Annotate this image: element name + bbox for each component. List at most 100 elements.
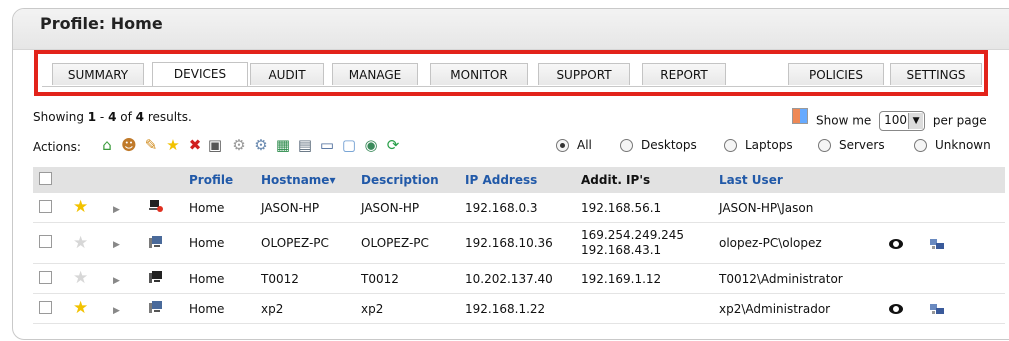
header-action2 — [923, 167, 1005, 193]
table-row[interactable]: ★ ▶ Home JASON-HP JASON-HP 192.168.0.3 1… — [33, 193, 1005, 223]
cell-profile[interactable]: Home — [183, 193, 255, 223]
filter-servers-label: Servers — [839, 138, 885, 152]
header-hostname[interactable]: Hostname▾ — [255, 167, 355, 193]
expand-arrow-icon[interactable]: ▶ — [113, 205, 120, 215]
cell-ip: 10.202.137.40 — [459, 263, 575, 294]
column-chooser-icon[interactable] — [792, 108, 808, 124]
row-checkbox[interactable] — [39, 199, 52, 213]
cell-profile[interactable]: Home — [183, 263, 255, 294]
cell-addit-ip — [575, 293, 713, 324]
addit-ip-line: 169.254.249.245 — [581, 228, 685, 242]
excel-export-icon[interactable]: ▦ — [274, 136, 292, 154]
chat-bubble-icon[interactable]: ▢ — [340, 136, 358, 154]
lock-icon[interactable]: ▣ — [206, 136, 224, 154]
row-checkbox[interactable] — [39, 270, 52, 284]
expand-arrow-icon[interactable]: ▶ — [113, 240, 120, 250]
add-device-icon[interactable]: ⌂ — [98, 136, 116, 154]
table-row[interactable]: ★ ▶ Home OLOPEZ-PC OLOPEZ-PC 192.168.10.… — [33, 222, 1005, 264]
cell-hostname[interactable]: T0012 — [255, 263, 355, 294]
delete-icon[interactable]: ✖ — [186, 136, 204, 154]
desktop-icon[interactable]: ▭ — [318, 136, 336, 154]
edit-pencil-icon[interactable]: ✎ — [142, 136, 160, 154]
cell-addit-ip: 169.254.249.245 192.168.43.1 — [575, 222, 713, 264]
filter-laptops[interactable]: Laptops — [724, 138, 793, 152]
header-star — [67, 167, 107, 193]
filter-all[interactable]: All — [556, 138, 592, 152]
cell-ip: 192.168.1.22 — [459, 293, 575, 324]
results-total: 4 — [135, 110, 144, 124]
radio-unknown[interactable] — [914, 139, 927, 152]
header-profile[interactable]: Profile — [183, 167, 255, 193]
cell-profile[interactable]: Home — [183, 293, 255, 324]
cell-description: OLOPEZ-PC — [355, 222, 459, 264]
results-count: Showing 1 - 4 of 4 results. — [33, 110, 192, 124]
cell-description: xp2 — [355, 293, 459, 324]
filter-desktops[interactable]: Desktops — [620, 138, 697, 152]
addit-ip-line: 192.168.43.1 — [581, 243, 662, 257]
cell-ip: 192.168.0.3 — [459, 193, 575, 223]
view-eye-icon[interactable] — [889, 238, 903, 249]
favorite-star-icon[interactable]: ★ — [73, 298, 88, 318]
remote-control-icon[interactable]: ◉ — [362, 136, 380, 154]
network-computers-icon[interactable] — [929, 303, 944, 315]
devices-table: Profile Hostname▾ Description IP Address… — [33, 167, 1005, 324]
settings-gear-blue-icon[interactable]: ⚙ — [252, 136, 270, 154]
favorite-star-icon[interactable]: ★ — [73, 197, 88, 217]
actions-label: Actions: — [33, 140, 81, 154]
results-from: 1 — [87, 110, 97, 124]
cell-hostname[interactable]: JASON-HP — [255, 193, 355, 223]
cell-profile[interactable]: Home — [183, 222, 255, 264]
cell-last-user: T0012\Administrator — [713, 263, 883, 294]
table-header-row: Profile Hostname▾ Description IP Address… — [33, 167, 1005, 193]
radio-laptops[interactable] — [724, 139, 737, 152]
settings-gear-icon[interactable]: ⚙ — [230, 136, 248, 154]
favorite-star-icon[interactable]: ★ — [73, 233, 88, 253]
select-all-checkbox[interactable] — [39, 172, 52, 185]
table-row[interactable]: ★ ▶ Home T0012 T0012 10.202.137.40 192.1… — [33, 263, 1005, 294]
tabs-highlight-box — [34, 50, 988, 96]
results-prefix: Showing — [33, 110, 88, 124]
radio-servers[interactable] — [818, 139, 831, 152]
show-me-label: Show me — [816, 113, 872, 128]
expand-arrow-icon[interactable]: ▶ — [113, 276, 120, 286]
network-computers-icon[interactable] — [929, 238, 944, 250]
cell-hostname[interactable]: xp2 — [255, 293, 355, 324]
favorite-star-icon[interactable]: ★ — [164, 136, 182, 154]
cell-description: JASON-HP — [355, 193, 459, 223]
view-eye-icon[interactable] — [889, 304, 903, 314]
radio-all[interactable] — [556, 139, 569, 152]
select-all-cell — [33, 167, 67, 193]
filter-desktops-label: Desktops — [641, 138, 697, 152]
filter-unknown-label: Unknown — [935, 138, 991, 152]
group-icon[interactable]: ☻ — [120, 136, 138, 154]
table-row[interactable]: ★ ▶ Home xp2 xp2 192.168.1.22 xp2\Admini… — [33, 293, 1005, 324]
results-suffix: results. — [144, 110, 192, 124]
filter-laptops-label: Laptops — [745, 138, 793, 152]
desktop-dark-icon — [149, 270, 163, 283]
header-expand — [107, 167, 143, 193]
cell-last-user: JASON-HP\Jason — [713, 193, 883, 223]
row-checkbox[interactable] — [39, 235, 52, 248]
per-page-label: per page — [932, 113, 987, 128]
header-description[interactable]: Description — [355, 167, 459, 193]
cell-addit-ip: 192.168.56.1 — [575, 193, 713, 223]
header-last-user[interactable]: Last User — [713, 167, 883, 193]
header-addit-ips: Addit. IP's — [575, 167, 713, 193]
filter-servers[interactable]: Servers — [818, 138, 885, 152]
radio-desktops[interactable] — [620, 139, 633, 152]
cell-action2 — [923, 193, 1005, 223]
row-checkbox[interactable] — [39, 300, 52, 314]
cell-action1 — [883, 263, 923, 294]
page-size-select[interactable]: 100 ▼ — [879, 111, 926, 131]
favorite-star-icon[interactable]: ★ — [73, 268, 88, 288]
server-icon[interactable]: ▤ — [296, 136, 314, 154]
page-size-value: 100 — [884, 113, 907, 127]
filter-unknown[interactable]: Unknown — [914, 138, 991, 152]
header-ip-address[interactable]: IP Address — [459, 167, 575, 193]
cell-hostname[interactable]: OLOPEZ-PC — [255, 222, 355, 264]
filter-all-label: All — [577, 138, 592, 152]
refresh-icon[interactable]: ⟳ — [384, 136, 402, 154]
dropdown-arrow-icon[interactable]: ▼ — [908, 113, 924, 129]
cell-description: T0012 — [355, 263, 459, 294]
expand-arrow-icon[interactable]: ▶ — [113, 306, 120, 316]
